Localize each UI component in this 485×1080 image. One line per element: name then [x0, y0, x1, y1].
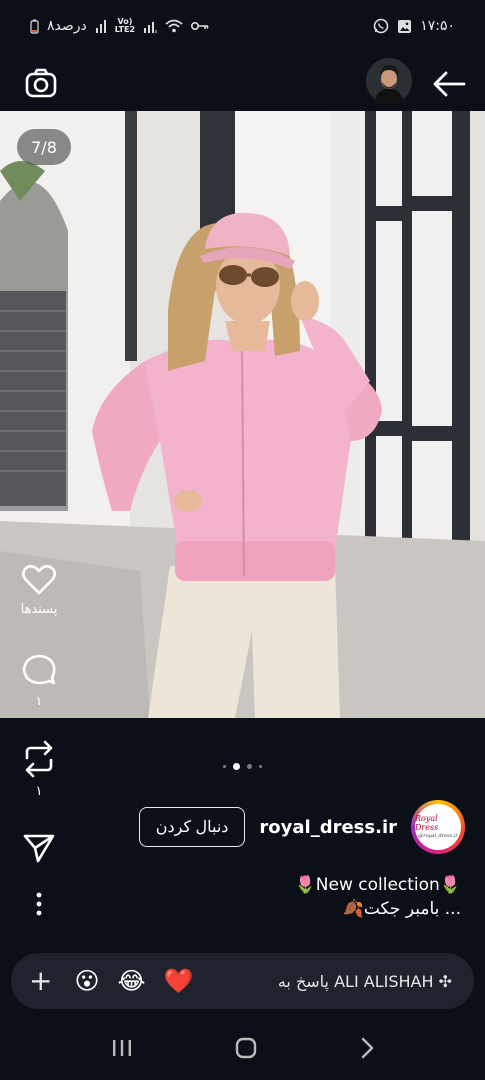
top-bar	[0, 52, 485, 112]
home-icon[interactable]	[234, 1036, 258, 1064]
comments-count: ۱	[35, 694, 43, 709]
avatar[interactable]	[366, 58, 412, 104]
whatsapp-icon	[373, 18, 389, 34]
key-icon	[191, 21, 209, 31]
post-image[interactable]: 7/8	[0, 111, 485, 718]
author-row: دنبال کردن royal_dress.ir Royal Dress @r…	[138, 800, 465, 854]
like-action[interactable]: پسندها	[0, 564, 78, 617]
network-type: Vo) LTE2	[115, 18, 135, 34]
carousel-dot	[223, 765, 226, 768]
post-photo	[0, 111, 485, 718]
recent-apps-icon[interactable]	[111, 1038, 133, 1062]
brand-logo: Royal Dress @royal_dress.ir	[415, 804, 461, 850]
comment-icon[interactable]	[21, 652, 57, 688]
back-arrow-icon[interactable]	[432, 70, 466, 98]
caption-line-1: 🌷New collection🌷	[294, 875, 461, 895]
back-nav-icon[interactable]	[359, 1037, 375, 1063]
logo-text-top: Royal Dress	[415, 813, 439, 832]
reply-input[interactable]: پاسخ به ALI ALISHAH ✣	[278, 972, 452, 991]
battery-icon	[30, 19, 39, 34]
send-icon[interactable]	[22, 832, 56, 864]
gallery-icon	[397, 19, 412, 34]
plus-icon[interactable]: +	[29, 967, 52, 995]
network-lte: LTE2	[114, 25, 136, 34]
carousel-indicator	[0, 763, 485, 770]
username[interactable]: royal_dress.ir	[259, 817, 397, 838]
status-left: ۸درصد Vo) LTE2	[30, 18, 209, 34]
carousel-dot	[247, 764, 252, 769]
share-action[interactable]	[0, 832, 78, 864]
repost-icon[interactable]	[21, 740, 57, 778]
laughing-emoji-button[interactable]: 😂	[118, 967, 146, 995]
image-counter: 7/8	[17, 129, 71, 165]
carousel-dot-active	[233, 763, 240, 770]
status-right: ۱۷:۵۰	[373, 18, 455, 34]
surprised-emoji-button[interactable]: 😮	[74, 967, 99, 995]
follow-button[interactable]: دنبال کردن	[138, 807, 246, 847]
author-avatar[interactable]: Royal Dress @royal_dress.ir	[411, 800, 465, 854]
heart-emoji-button[interactable]: ❤️	[164, 967, 194, 995]
clock: ۱۷:۵۰	[420, 18, 455, 34]
more-options-icon[interactable]	[35, 892, 43, 916]
wifi-icon	[165, 19, 183, 33]
heart-icon[interactable]	[21, 564, 57, 596]
post-caption[interactable]: 🌷New collection🌷 🍂بامبر جکت ...	[295, 873, 461, 921]
reposts-count: ۱	[35, 784, 43, 799]
system-nav-bar	[0, 1020, 485, 1080]
signal-icon	[95, 19, 107, 33]
reply-bar[interactable]: + 😮 😂 ❤️ پاسخ به ALI ALISHAH ✣	[11, 953, 474, 1009]
carousel-dot	[259, 765, 262, 768]
logo-text-bottom: @royal_dress.ir	[418, 832, 458, 839]
battery-percent: ۸درصد	[47, 18, 87, 34]
status-bar: ۸درصد Vo) LTE2 ۱۷:۵۰	[0, 0, 485, 52]
comment-action[interactable]: ۱	[0, 652, 78, 709]
likes-label: پسندها	[20, 602, 58, 617]
more-action[interactable]	[0, 892, 78, 916]
signal-icon-2	[143, 19, 158, 33]
caption-line-2: 🍂بامبر جکت ...	[342, 899, 461, 919]
camera-icon[interactable]	[24, 66, 58, 100]
